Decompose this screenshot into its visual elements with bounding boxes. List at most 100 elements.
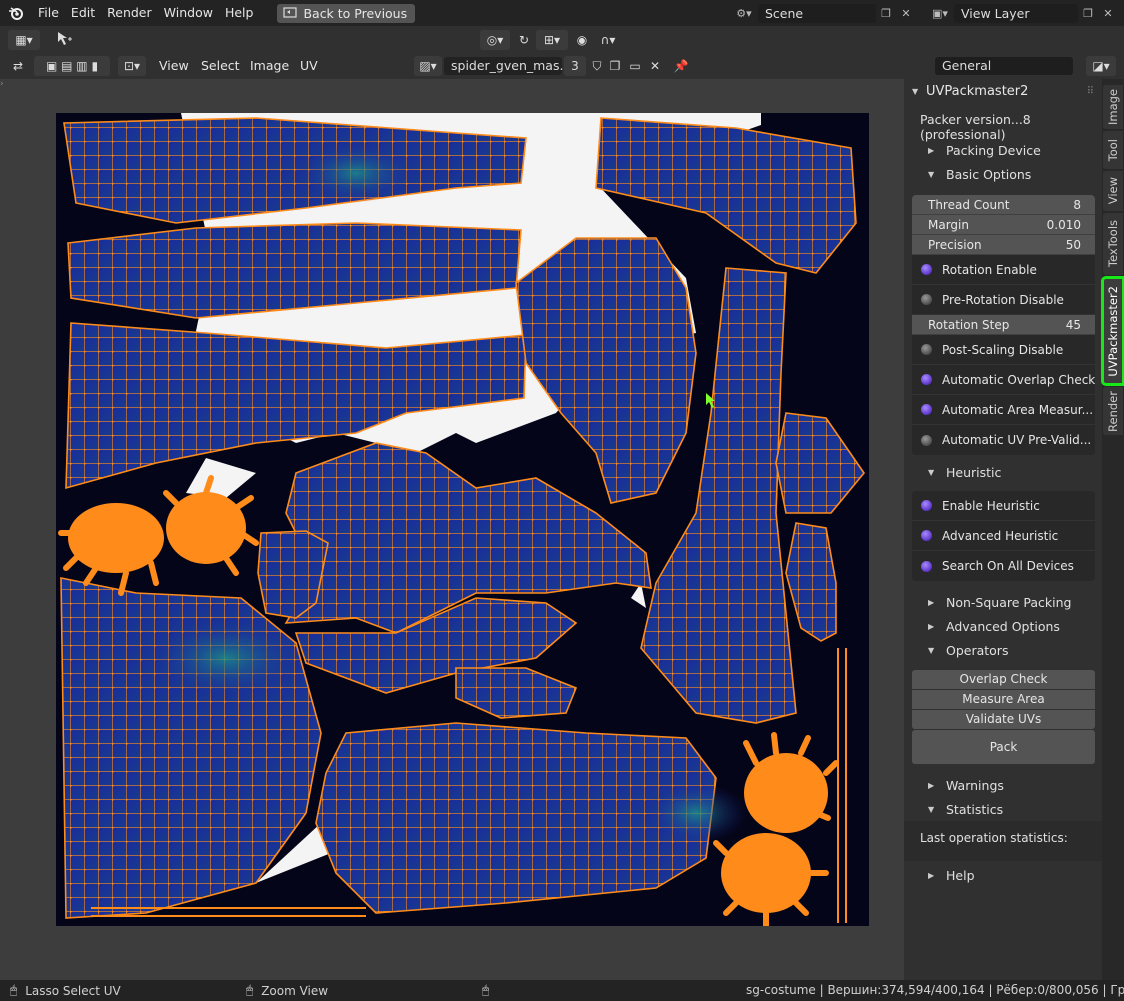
view-layer-icon[interactable]: ▣▾ [926, 4, 954, 23]
tab-uvpackmaster2[interactable]: UVPackmaster2 [1101, 276, 1124, 386]
image-browse-icon[interactable]: ▨▾ [414, 56, 442, 76]
fake-user-icon[interactable]: ⛉ [588, 56, 606, 76]
uv-island[interactable] [455, 667, 578, 719]
copy-scene-icon[interactable]: ❐ [876, 4, 896, 23]
tab-image[interactable]: Image [1103, 85, 1123, 129]
warnings-header[interactable]: ▶ Warnings [928, 778, 1004, 793]
uv-canvas[interactable] [56, 113, 869, 926]
uv-editor-header: ⇄ ▣ ▤ ▥ ▮ ⊡▾ View Select Image UV ▨▾ spi… [0, 53, 1124, 79]
advanced-options-label: Advanced Options [946, 619, 1060, 634]
rotation-enable-checkbox[interactable]: Rotation Enable [912, 255, 1095, 285]
new-image-icon[interactable]: ❐ [606, 56, 624, 76]
uv-island[interactable] [515, 237, 697, 504]
back-to-previous-button[interactable]: Back to Previous [277, 3, 416, 23]
unlink-image-icon[interactable]: ✕ [646, 56, 664, 76]
tab-view[interactable]: View [1103, 171, 1123, 211]
margin-field[interactable]: Margin 0.010 [912, 215, 1095, 235]
sync-selection-icon[interactable]: ↻ [514, 30, 534, 50]
blender-logo-icon[interactable] [0, 0, 32, 26]
collapse-arrow-icon: ▼ [928, 646, 935, 655]
face-mode-icon[interactable]: ▥ [76, 59, 87, 73]
expand-arrow-icon: ▶ [928, 146, 935, 155]
pin-icon[interactable]: 📌 [672, 56, 690, 76]
search-all-devices-checkbox[interactable]: Search On All Devices [912, 551, 1095, 581]
uv-island[interactable] [785, 522, 837, 642]
sticky-select-icon[interactable]: ⊡▾ [118, 56, 146, 76]
scene-icon[interactable]: ⚙▾ [730, 4, 758, 23]
expand-arrow-icon: ▶ [928, 871, 935, 880]
status-bar: 🖱 Lasso Select UV 🖱 Zoom View 🖱 sg-costu… [0, 980, 1124, 1001]
toolbar-expand-icon[interactable]: › [0, 79, 6, 99]
auto-uv-prevalidate-checkbox[interactable]: Automatic UV Pre-Valid... [912, 425, 1095, 455]
menu-window[interactable]: Window [158, 0, 219, 26]
panel-header[interactable]: ▼ UVPackmaster2 ⠿ [904, 79, 1102, 103]
uv-viewport[interactable]: › [0, 79, 904, 980]
tab-tool[interactable]: Tool [1103, 131, 1123, 169]
validate-uvs-button[interactable]: Validate UVs [912, 710, 1095, 729]
advanced-options-header[interactable]: ▶ Advanced Options [928, 619, 1060, 634]
tab-textools[interactable]: TexTools [1103, 213, 1123, 275]
scene-name-field[interactable]: Scene [758, 3, 876, 23]
menu-render[interactable]: Render [101, 0, 158, 26]
tab-render[interactable]: Render [1103, 387, 1123, 435]
auto-area-measure-checkbox[interactable]: Automatic Area Measur... [912, 395, 1095, 425]
non-square-packing-header[interactable]: ▶ Non-Square Packing [928, 595, 1072, 610]
post-scaling-disable-checkbox[interactable]: Post-Scaling Disable [912, 335, 1095, 365]
view-layer-field[interactable]: View Layer [954, 3, 1078, 23]
menu-image[interactable]: Image [250, 57, 289, 75]
delete-view-layer-icon[interactable]: ✕ [1098, 4, 1118, 23]
auto-overlap-check-checkbox[interactable]: Automatic Overlap Check [912, 365, 1095, 395]
uv-select-mode-group[interactable]: ▣ ▤ ▥ ▮ [34, 56, 110, 76]
menu-view[interactable]: View [159, 57, 189, 75]
pre-rotation-disable-checkbox[interactable]: Pre-Rotation Disable [912, 285, 1095, 315]
overlap-check-button[interactable]: Overlap Check [912, 670, 1095, 689]
vertex-mode-icon[interactable]: ▣ [46, 59, 57, 73]
menu-uv[interactable]: UV [300, 57, 318, 75]
menu-edit[interactable]: Edit [65, 0, 101, 26]
uv-island[interactable] [65, 322, 527, 490]
menu-select[interactable]: Select [201, 57, 240, 75]
context-menu-hint: 🖱 [482, 983, 489, 998]
advanced-heuristic-checkbox[interactable]: Advanced Heuristic [912, 521, 1095, 551]
snap-icon[interactable]: ⊞▾ [536, 30, 568, 50]
move-cursor-icon[interactable] [52, 29, 76, 49]
sidebar-tabs: Image Tool View TexTools UVPackmaster2 R… [1101, 79, 1124, 980]
thread-count-label: Thread Count [928, 197, 1010, 212]
basic-options-header[interactable]: ▼ Basic Options [928, 167, 1031, 182]
thread-count-field[interactable]: Thread Count 8 [912, 195, 1095, 215]
measure-area-button[interactable]: Measure Area [912, 690, 1095, 709]
enable-heuristic-checkbox[interactable]: Enable Heuristic [912, 491, 1095, 521]
mouse-right-icon: 🖱 [482, 983, 490, 997]
uv-island[interactable] [775, 412, 866, 514]
operators-header[interactable]: ▼ Operators [928, 643, 1008, 658]
statistics-header[interactable]: ▼ Statistics [928, 802, 1003, 817]
open-image-icon[interactable]: ▭ [626, 56, 644, 76]
uv-sync-icon[interactable]: ⇄ [8, 56, 28, 76]
workspace-field[interactable]: General [935, 57, 1073, 75]
help-header[interactable]: ▶ Help [928, 868, 975, 883]
rotation-step-field[interactable]: Rotation Step 45 [912, 315, 1095, 335]
packing-device-header[interactable]: ▶ Packing Device [928, 143, 1041, 158]
falloff-icon[interactable]: ∩▾ [594, 30, 622, 50]
precision-field[interactable]: Precision 50 [912, 235, 1095, 255]
expand-arrow-icon: ▶ [928, 598, 935, 607]
pivot-point-icon[interactable]: ◎▾ [480, 30, 510, 50]
post-scaling-disable-label: Post-Scaling Disable [942, 342, 1064, 357]
island-mode-icon[interactable]: ▮ [91, 59, 98, 73]
auto-uv-prevalidate-label: Automatic UV Pre-Valid... [942, 433, 1092, 447]
heuristic-header[interactable]: ▼ Heuristic [928, 465, 1001, 480]
copy-view-layer-icon[interactable]: ❐ [1078, 4, 1098, 23]
scene-statistics: sg-costume | Вершин:374,594/400,164 | Рё… [746, 983, 1124, 997]
pack-button[interactable]: Pack [912, 730, 1095, 764]
display-channels-icon[interactable]: ◪▾ [1086, 56, 1116, 76]
delete-scene-icon[interactable]: ✕ [896, 4, 916, 23]
edge-mode-icon[interactable]: ▤ [61, 59, 72, 73]
menu-help[interactable]: Help [219, 0, 260, 26]
menu-file[interactable]: File [32, 0, 65, 26]
proportional-edit-icon[interactable]: ◉ [572, 30, 592, 50]
drag-handle-icon[interactable]: ⠿ [1087, 86, 1094, 97]
editor-type-icon[interactable]: ▦▾ [8, 30, 40, 50]
image-users-count[interactable]: 3 [564, 56, 586, 76]
image-name-field[interactable]: spider_gven_mas... [444, 57, 571, 75]
basic-options-group: Thread Count 8 Margin 0.010 Precision 50 Ro… [912, 195, 1095, 455]
